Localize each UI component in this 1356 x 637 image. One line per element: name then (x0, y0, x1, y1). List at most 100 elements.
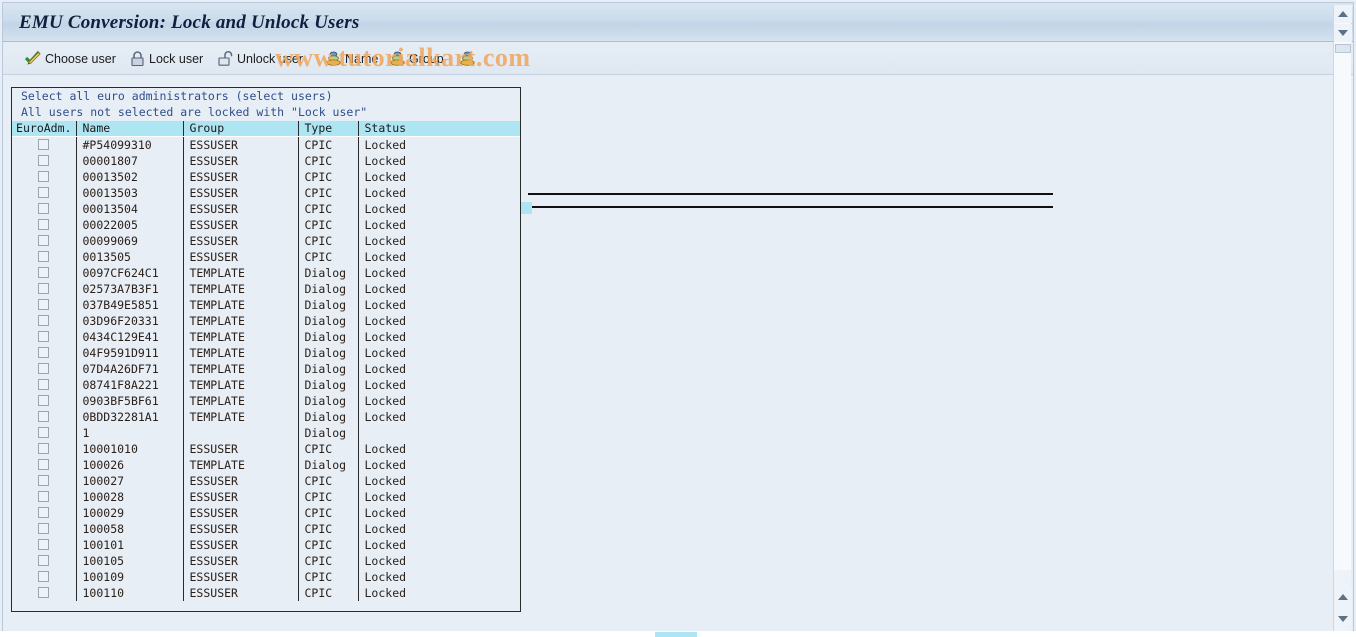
table-row[interactable]: 100101ESSUSERCPICLocked (12, 537, 520, 553)
euroadm-checkbox[interactable] (38, 491, 49, 502)
scroll-down-button[interactable] (1334, 24, 1352, 42)
table-row[interactable]: 1Dialog (12, 425, 520, 441)
toolbar-button-name[interactable]: Name (321, 46, 382, 71)
euroadm-checkbox[interactable] (38, 459, 49, 470)
group-cell: ESSUSER (183, 473, 298, 489)
table-row[interactable]: 00099069ESSUSERCPICLocked (12, 233, 520, 249)
euroadm-checkbox[interactable] (38, 523, 49, 534)
euroadm-checkbox[interactable] (38, 395, 49, 406)
euroadm-cell (12, 137, 76, 154)
group-cell: TEMPLATE (183, 377, 298, 393)
euroadm-checkbox[interactable] (38, 315, 49, 326)
euroadm-checkbox[interactable] (38, 187, 49, 198)
check-pencil-icon (25, 50, 42, 67)
table-row[interactable]: 100026TEMPLATEDialogLocked (12, 457, 520, 473)
euroadm-checkbox[interactable] (38, 555, 49, 566)
column-header-name[interactable]: Name (76, 121, 183, 137)
group-cell: ESSUSER (183, 201, 298, 217)
status-cell: Locked (358, 505, 520, 521)
euroadm-checkbox[interactable] (38, 507, 49, 518)
table-row[interactable]: 100029ESSUSERCPICLocked (12, 505, 520, 521)
toolbar-button-sort[interactable] (455, 46, 483, 71)
euroadm-checkbox[interactable] (38, 235, 49, 246)
name-cell: 100110 (76, 585, 183, 601)
table-row[interactable]: 00013504ESSUSERCPICLocked (12, 201, 520, 217)
table-row[interactable]: 100028ESSUSERCPICLocked (12, 489, 520, 505)
euroadm-cell (12, 457, 76, 473)
table-row[interactable]: 03D96F20331TEMPLATEDialogLocked (12, 313, 520, 329)
euroadm-checkbox[interactable] (38, 587, 49, 598)
status-cell: Locked (358, 281, 520, 297)
euroadm-cell (12, 217, 76, 233)
toolbar-button-lock-user[interactable]: Lock user (125, 46, 207, 71)
euroadm-checkbox[interactable] (38, 379, 49, 390)
status-cell: Locked (358, 345, 520, 361)
status-cell: Locked (358, 185, 520, 201)
euroadm-checkbox[interactable] (38, 267, 49, 278)
toolbar-button-choose-user[interactable]: Choose user (21, 46, 120, 71)
euroadm-checkbox[interactable] (38, 427, 49, 438)
table-row[interactable]: 0434C129E41TEMPLATEDialogLocked (12, 329, 520, 345)
column-header-status[interactable]: Status (358, 121, 520, 137)
group-cell: ESSUSER (183, 585, 298, 601)
euroadm-checkbox[interactable] (38, 571, 49, 582)
euroadm-checkbox[interactable] (38, 283, 49, 294)
main-vertical-scrollbar[interactable] (1333, 5, 1351, 570)
status-cell: Locked (358, 585, 520, 601)
euroadm-checkbox[interactable] (38, 155, 49, 166)
type-cell: Dialog (298, 425, 358, 441)
table-row[interactable]: 00013502ESSUSERCPICLocked (12, 169, 520, 185)
euroadm-checkbox[interactable] (38, 443, 49, 454)
euroadm-checkbox[interactable] (38, 219, 49, 230)
scroll-down-button-secondary[interactable] (1334, 610, 1352, 628)
euroadm-checkbox[interactable] (38, 331, 49, 342)
column-header-type[interactable]: Type (298, 121, 358, 137)
name-cell: 0BDD32281A1 (76, 409, 183, 425)
euroadm-checkbox[interactable] (38, 475, 49, 486)
table-row[interactable]: 10001010ESSUSERCPICLocked (12, 441, 520, 457)
euroadm-checkbox[interactable] (38, 539, 49, 550)
euroadm-cell (12, 393, 76, 409)
euroadm-checkbox[interactable] (38, 251, 49, 262)
secondary-vertical-scrollbar[interactable] (1333, 570, 1351, 636)
euroadm-checkbox[interactable] (38, 411, 49, 422)
table-row[interactable]: 0097CF624C1TEMPLATEDialogLocked (12, 265, 520, 281)
table-row[interactable]: 00022005ESSUSERCPICLocked (12, 217, 520, 233)
table-row[interactable]: 07D4A26DF71TEMPLATEDialogLocked (12, 361, 520, 377)
column-header-euroadm[interactable]: EuroAdm. (12, 121, 76, 137)
scroll-up-button-secondary[interactable] (1334, 588, 1352, 606)
toolbar-label-choose-user: Choose user (45, 52, 116, 66)
table-row[interactable]: 0903BF5BF61TEMPLATEDialogLocked (12, 393, 520, 409)
name-cell: 100101 (76, 537, 183, 553)
group-cell: ESSUSER (183, 521, 298, 537)
column-header-group[interactable]: Group (183, 121, 298, 137)
scroll-up-button[interactable] (1334, 5, 1352, 23)
table-row[interactable]: 0013505ESSUSERCPICLocked (12, 249, 520, 265)
table-row[interactable]: 08741F8A221TEMPLATEDialogLocked (12, 377, 520, 393)
euroadm-checkbox[interactable] (38, 299, 49, 310)
euroadm-checkbox[interactable] (38, 139, 49, 150)
table-row[interactable]: 100027ESSUSERCPICLocked (12, 473, 520, 489)
euroadm-checkbox[interactable] (38, 203, 49, 214)
type-cell: Dialog (298, 265, 358, 281)
table-row[interactable]: #P54099310ESSUSERCPICLocked (12, 137, 520, 154)
euroadm-checkbox[interactable] (38, 171, 49, 182)
type-cell: Dialog (298, 377, 358, 393)
table-row[interactable]: 100105ESSUSERCPICLocked (12, 553, 520, 569)
hint-line-1: Select all euro administrators (select u… (12, 88, 520, 104)
table-row[interactable]: 100109ESSUSERCPICLocked (12, 569, 520, 585)
table-row[interactable]: 00001807ESSUSERCPICLocked (12, 153, 520, 169)
table-row[interactable]: 02573A7B3F1TEMPLATEDialogLocked (12, 281, 520, 297)
euroadm-checkbox[interactable] (38, 347, 49, 358)
table-row[interactable]: 04F9591D911TEMPLATEDialogLocked (12, 345, 520, 361)
euroadm-checkbox[interactable] (38, 363, 49, 374)
table-row[interactable]: 00013503ESSUSERCPICLocked (12, 185, 520, 201)
table-row[interactable]: 0BDD32281A1TEMPLATEDialogLocked (12, 409, 520, 425)
toolbar-button-unlock-user[interactable]: Unlock user (213, 46, 307, 71)
table-row[interactable]: 037B49E5851TEMPLATEDialogLocked (12, 297, 520, 313)
name-cell: 100026 (76, 457, 183, 473)
scroll-thumb[interactable] (1335, 44, 1351, 53)
toolbar-button-group[interactable]: Group (385, 46, 448, 71)
table-row[interactable]: 100110ESSUSERCPICLocked (12, 585, 520, 601)
table-row[interactable]: 100058ESSUSERCPICLocked (12, 521, 520, 537)
